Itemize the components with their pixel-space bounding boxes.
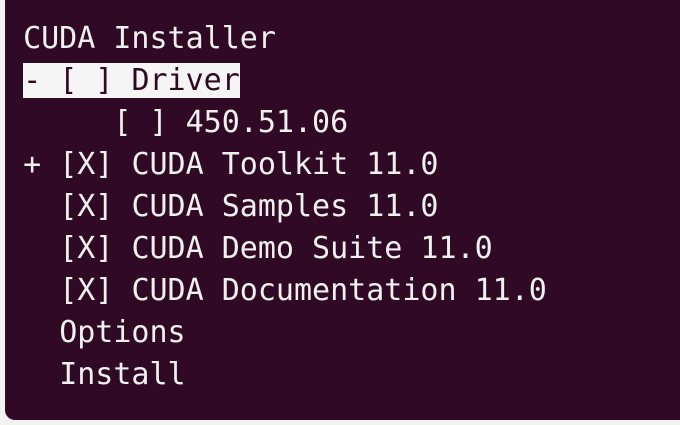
menu-item-install[interactable]: ...Install <box>5 355 186 395</box>
cuda-toolkit-label: CUDA Toolkit 11.0 <box>131 147 439 182</box>
cuda-demo-suite-label: CUDA Demo Suite 11.0 <box>131 231 493 266</box>
menu-item-cuda-toolkit[interactable]: .+ [X] CUDA Toolkit 11.0 <box>5 145 438 185</box>
cuda-samples-checkbox[interactable]: [X] <box>59 189 113 224</box>
menu-item-cuda-demo-suite[interactable]: . [X] CUDA Demo Suite 11.0 <box>5 229 493 269</box>
cuda-installer-menu: .CUDA Installer .- [ ] Driver . [ ] 450.… <box>5 0 680 420</box>
expand-indicator: + <box>23 147 60 182</box>
installer-title-text: CUDA Installer <box>23 21 276 56</box>
terminal-window: .CUDA Installer .- [ ] Driver . [ ] 450.… <box>5 0 680 420</box>
menu-item-cuda-samples[interactable]: . [X] CUDA Samples 11.0 <box>5 187 438 227</box>
cuda-samples-label: CUDA Samples 11.0 <box>131 189 439 224</box>
cuda-samples-prefix <box>23 189 59 224</box>
collapse-indicator: - <box>23 63 60 98</box>
cuda-demo-suite-checkbox[interactable]: [X] <box>59 231 113 266</box>
cuda-toolkit-checkbox[interactable]: [X] <box>59 147 113 182</box>
cuda-demo-suite-prefix <box>23 231 59 266</box>
options-label: Options <box>59 315 186 350</box>
menu-item-options[interactable]: ...Options <box>5 313 186 353</box>
install-label: Install <box>59 357 186 392</box>
driver-label: Driver <box>131 63 240 98</box>
menu-item-cuda-documentation[interactable]: . [X] CUDA Documentation 11.0 <box>5 271 547 311</box>
cuda-documentation-label: CUDA Documentation 11.0 <box>131 273 547 308</box>
menu-item-driver[interactable]: .- [ ] Driver <box>5 61 240 101</box>
driver-version-label: 450.51.06 <box>185 105 349 140</box>
driver-version-checkbox[interactable]: [ ] <box>113 105 167 140</box>
cuda-documentation-checkbox[interactable]: [X] <box>59 273 113 308</box>
driver-checkbox[interactable]: [ ] <box>59 63 113 98</box>
driver-version-indent <box>23 105 113 140</box>
installer-title: .CUDA Installer <box>5 19 276 59</box>
menu-item-driver-version[interactable]: . [ ] 450.51.06 <box>5 103 348 143</box>
cuda-documentation-prefix <box>23 273 59 308</box>
driver-selection-highlight: - [ ] Driver <box>23 63 240 98</box>
